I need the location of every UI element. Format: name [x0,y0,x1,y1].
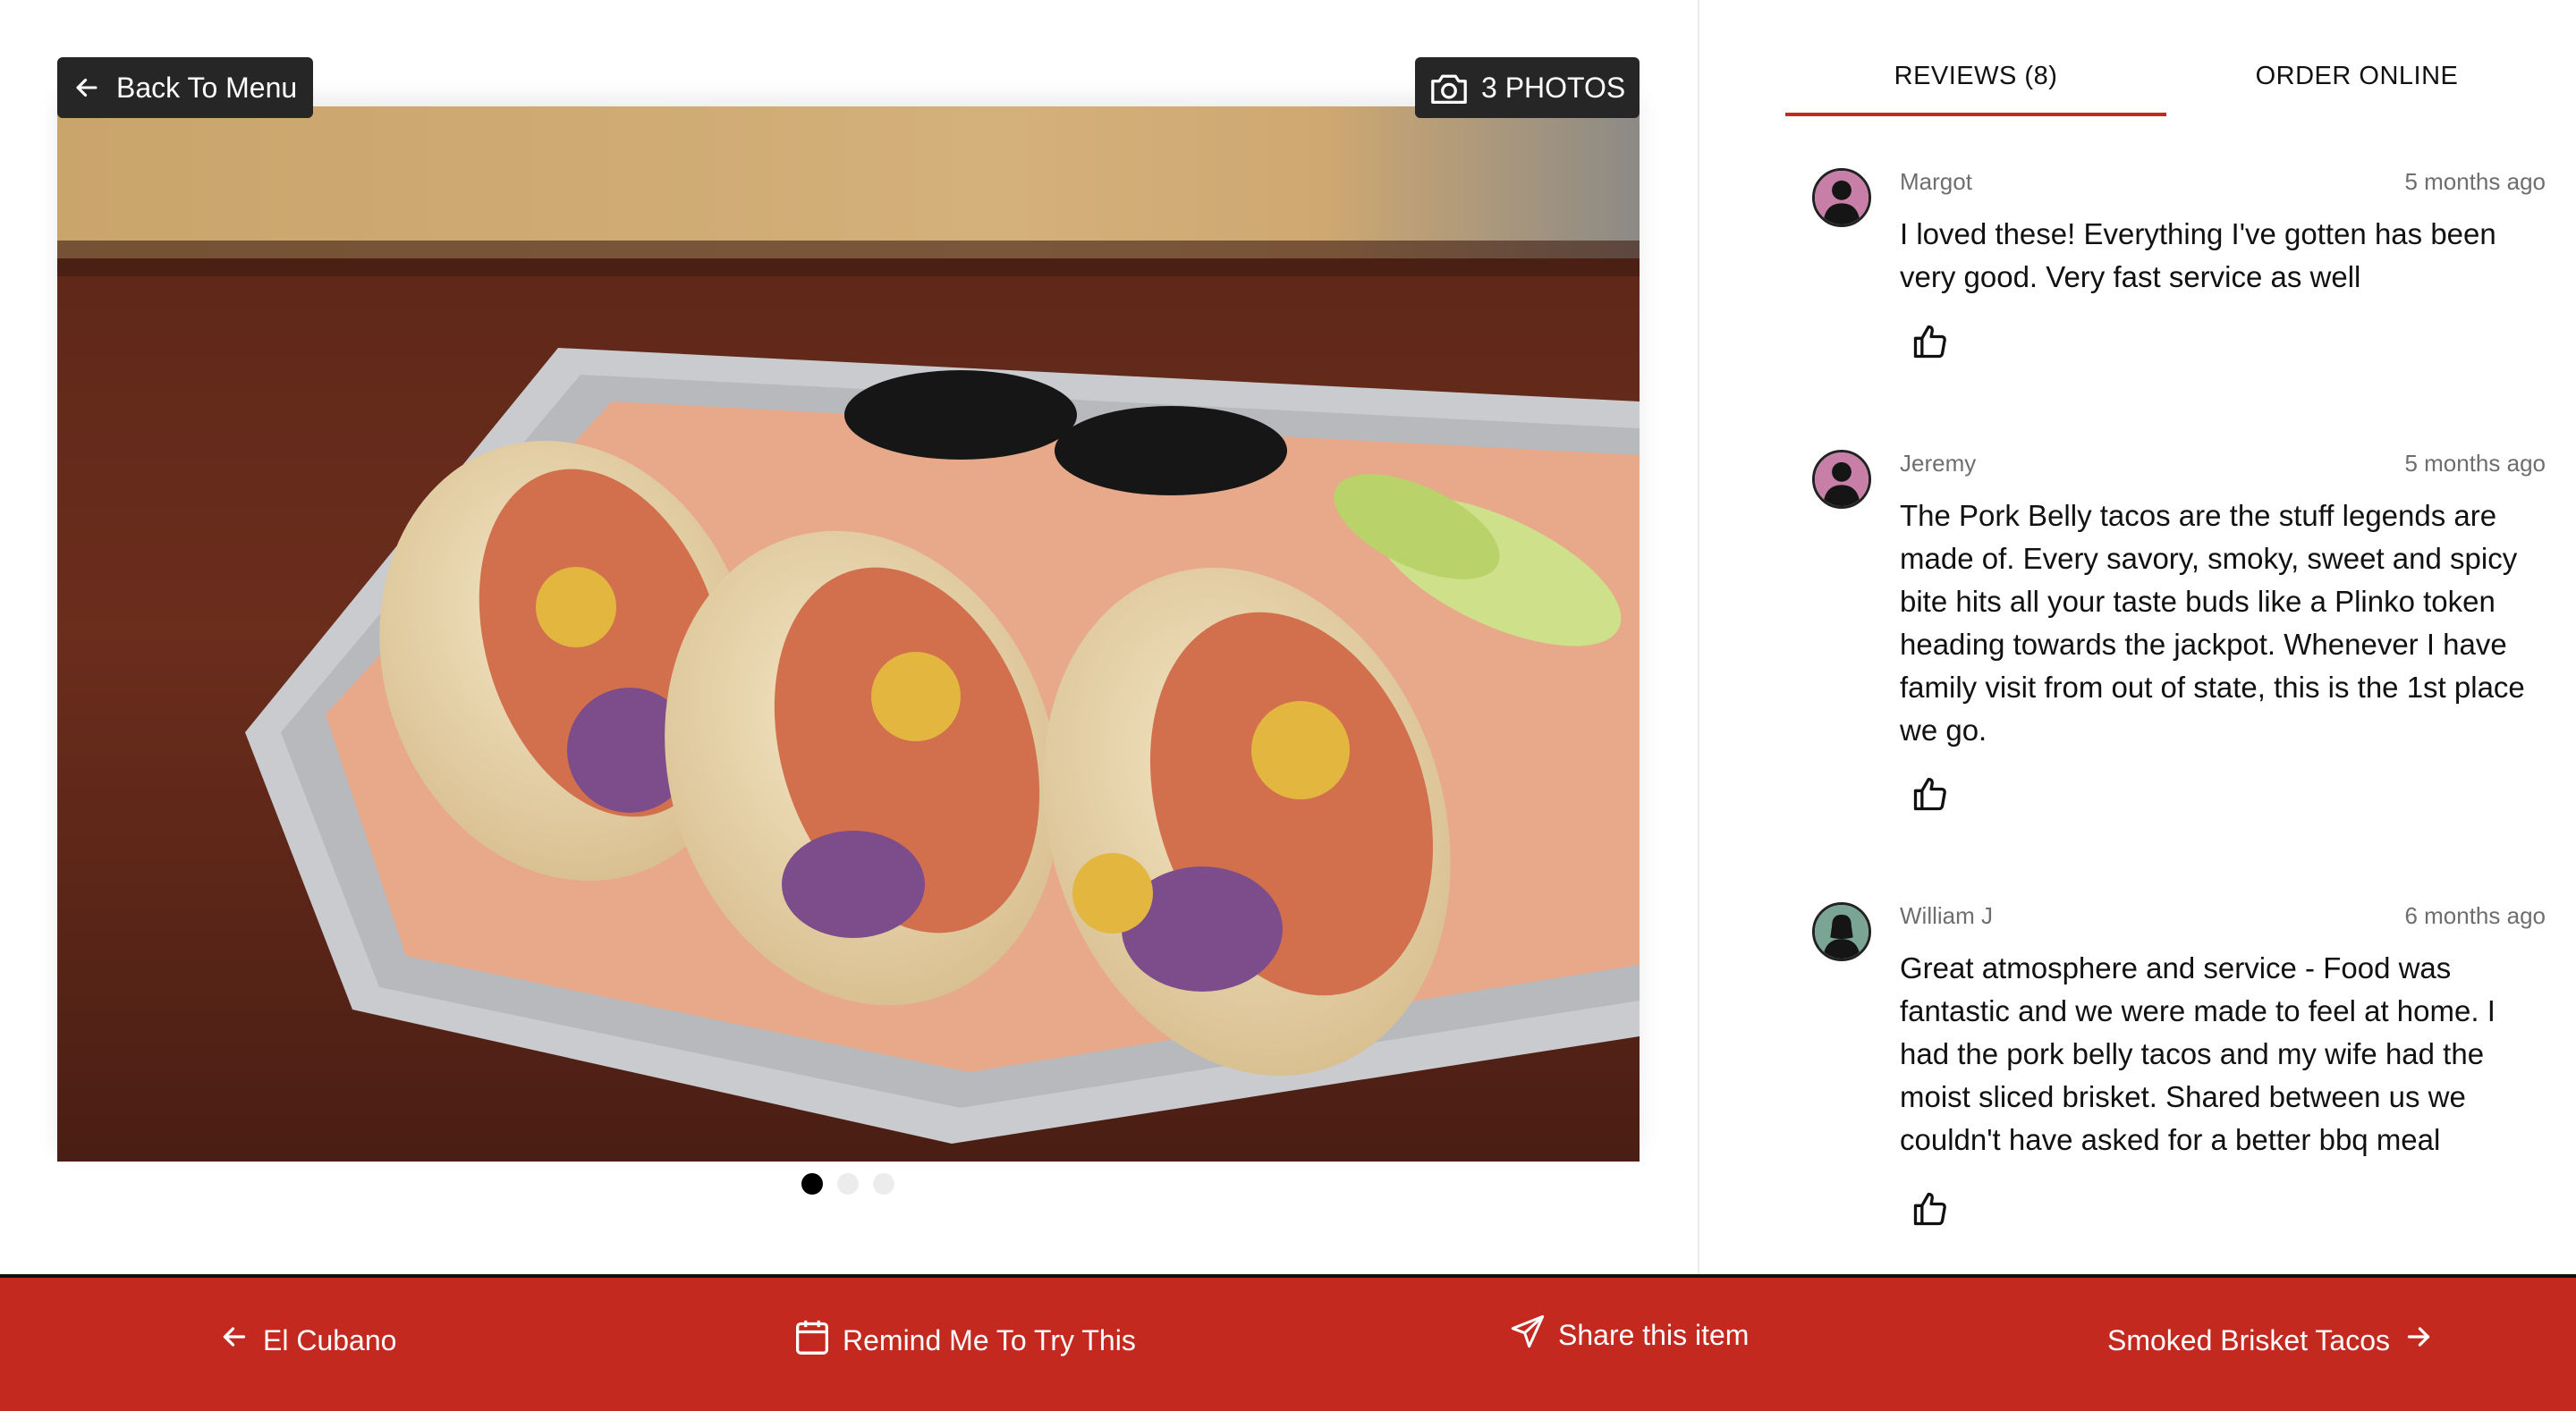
back-to-menu-label: Back To Menu [116,71,298,104]
review-text: Great atmosphere and service - Food was … [1900,951,2496,1156]
back-to-menu-button[interactable]: Back To Menu [57,57,314,118]
tab-order-online[interactable]: ORDER ONLINE [2166,36,2547,116]
share-item-label: Share this item [1558,1318,1750,1351]
food-photo[interactable] [57,106,1640,1162]
camera-icon [1429,70,1469,106]
thumbs-up-icon [1911,1192,1950,1232]
reviewer-name: Jeremy [1900,450,1977,477]
reviewer-name: Margot [1900,168,1972,195]
review-time: 5 months ago [2404,450,2546,477]
avatar [1812,450,1871,509]
carousel-dot-1[interactable] [801,1173,823,1195]
carousel-dot-3[interactable] [873,1173,894,1195]
next-item-label: Smoked Brisket Tacos [2107,1323,2390,1356]
arrow-left-icon [72,72,102,103]
avatar [1812,168,1871,227]
review-time: 6 months ago [2404,902,2546,929]
arrow-right-icon [2402,1321,2435,1360]
like-button[interactable] [1911,1189,1950,1229]
remind-me-label: Remind Me To Try This [843,1323,1136,1356]
arrow-left-icon [218,1321,250,1360]
next-item-button[interactable]: Smoked Brisket Tacos [2107,1321,2435,1360]
reviewer-name: William J [1900,902,1993,929]
like-button[interactable] [1911,322,1950,361]
send-icon [1510,1314,1546,1356]
photo-gallery: Back To Menu 3 PHOTOS [0,0,1698,1274]
thumbs-up-icon [1911,325,1950,365]
share-item-button[interactable]: Share this item [1510,1314,1749,1356]
review-item: William J 6 months ago Great atmosphere … [1812,902,2546,1242]
review-item: Margot 5 months ago I loved these! Every… [1812,168,2546,374]
photos-count-label: 3 PHOTOS [1481,71,1626,104]
review-time: 5 months ago [2404,168,2546,195]
avatar [1812,902,1871,961]
tab-reviews[interactable]: REVIEWS (8) [1785,36,2166,116]
review-item: Jeremy 5 months ago The Pork Belly tacos… [1812,450,2546,825]
reviews-panel: REVIEWS (8) ORDER ONLINE Margot 5 months… [1698,0,2576,1274]
panel-tabs: REVIEWS (8) ORDER ONLINE [1785,36,2547,116]
item-navigation-bar: El Cubano Remind Me To Try This Share th… [0,1274,2576,1411]
remind-me-button[interactable]: Remind Me To Try This [794,1317,1136,1364]
like-button[interactable] [1911,774,1950,814]
calendar-icon [794,1317,830,1364]
photos-button[interactable]: 3 PHOTOS [1415,57,1640,118]
review-text: The Pork Belly tacos are the stuff legen… [1900,499,2525,747]
previous-item-button[interactable]: El Cubano [218,1321,396,1360]
review-text: I loved these! Everything I've gotten ha… [1900,217,2496,293]
carousel-dots [801,1173,894,1195]
previous-item-label: El Cubano [263,1323,397,1356]
carousel-dot-2[interactable] [837,1173,859,1195]
thumbs-up-icon [1911,777,1950,817]
